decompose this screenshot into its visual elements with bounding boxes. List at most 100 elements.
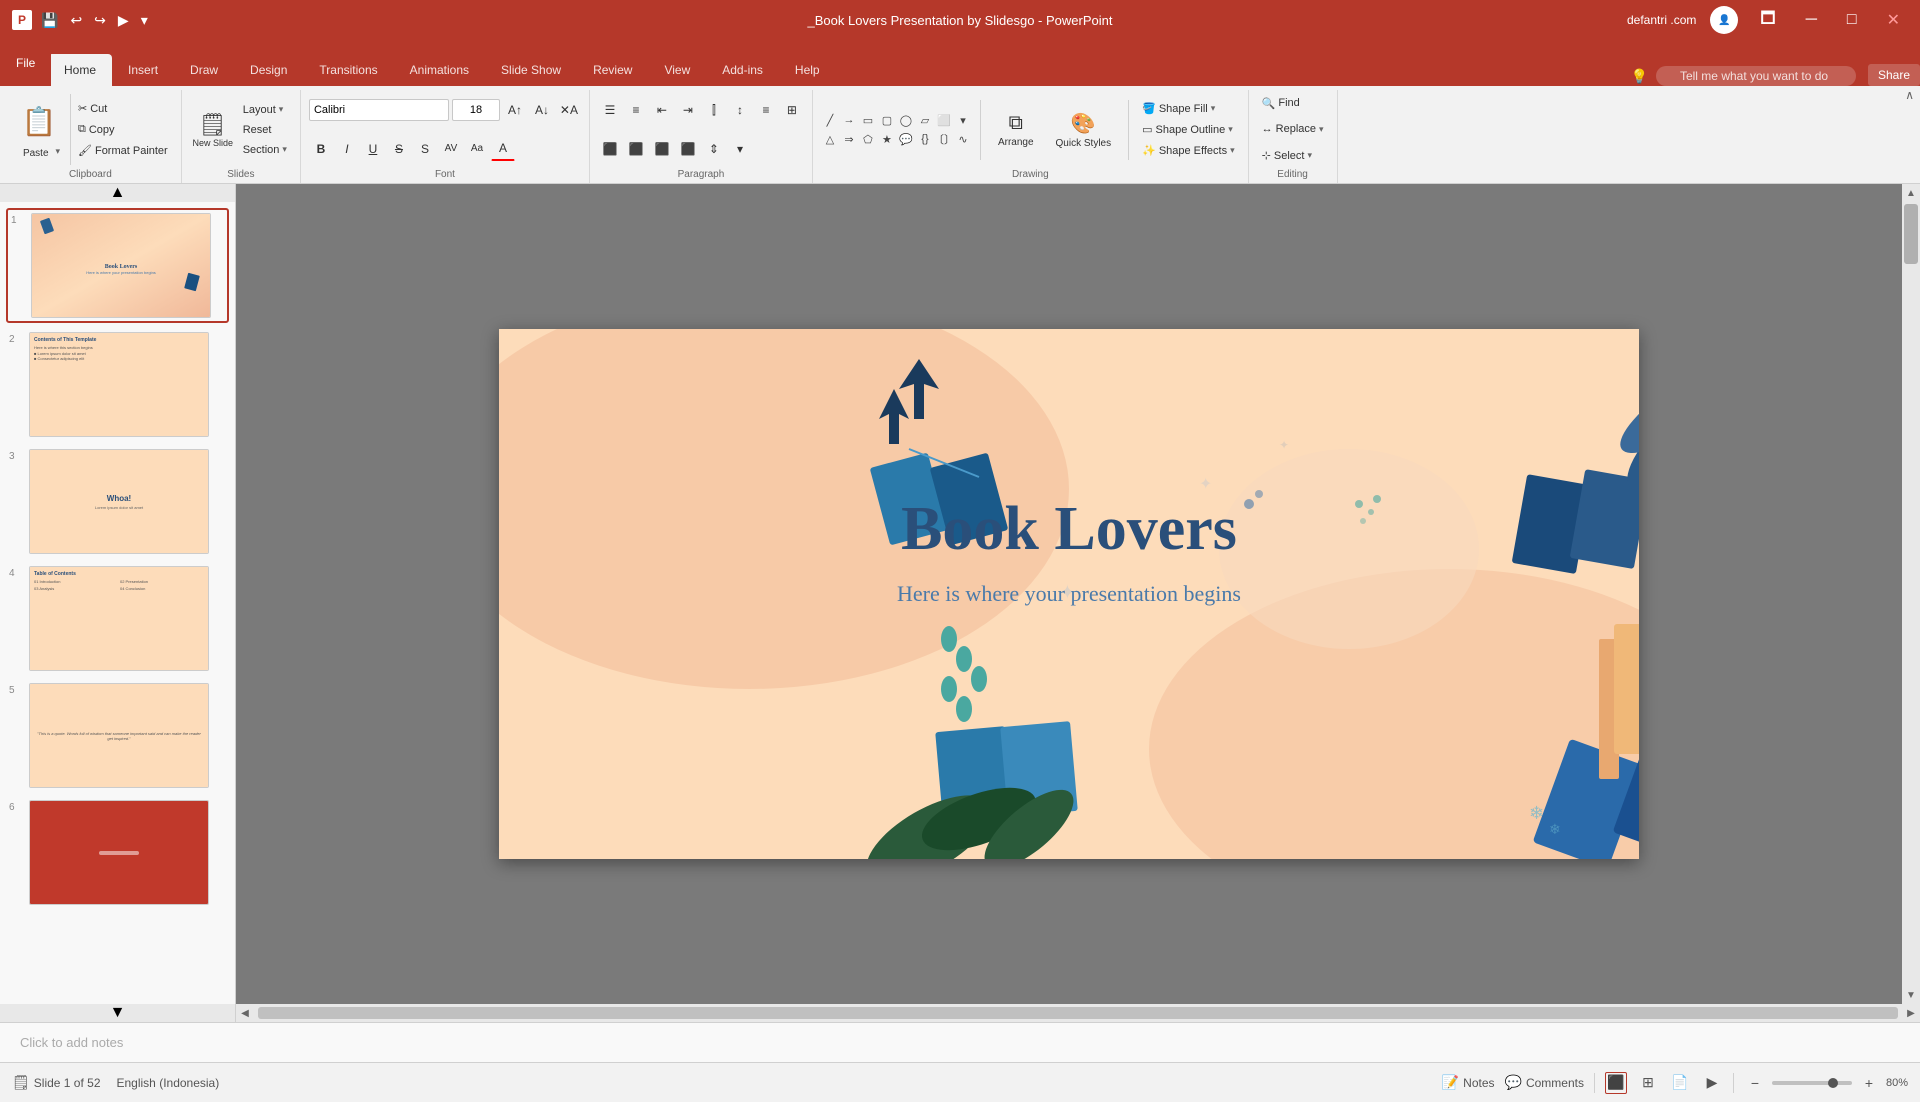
- tell-me-area[interactable]: 💡: [1619, 66, 1868, 86]
- increase-indent-button[interactable]: ⇥: [676, 98, 700, 122]
- layout-button[interactable]: Layout ▾: [238, 102, 292, 118]
- shape-parallelogram[interactable]: ▱: [916, 111, 934, 129]
- slide-sorter-button[interactable]: ⊞: [1637, 1072, 1659, 1094]
- slide-thumb-2[interactable]: 2 Contents of This Template Here is wher…: [6, 329, 229, 440]
- justify-button[interactable]: ⬛: [676, 137, 700, 161]
- hscroll-right-button[interactable]: ▶: [1902, 1004, 1920, 1022]
- share-button[interactable]: Share: [1868, 64, 1920, 86]
- new-slide-button[interactable]: 🗒 New Slide: [190, 107, 236, 153]
- shape-rounded-rect[interactable]: ▢: [878, 111, 896, 129]
- hscroll-left-button[interactable]: ◀: [236, 1004, 254, 1022]
- tab-transitions[interactable]: Transitions: [303, 54, 393, 86]
- cut-button[interactable]: ✂ Cut: [73, 100, 173, 117]
- qat-more-button[interactable]: ▾: [138, 10, 151, 31]
- undo-button[interactable]: ↩: [67, 10, 85, 31]
- shape-more[interactable]: ⬜: [935, 111, 953, 129]
- slide-subtitle[interactable]: Here is where your presentation begins: [499, 581, 1639, 607]
- tab-file[interactable]: File: [0, 40, 51, 86]
- change-case-button[interactable]: Aa: [465, 137, 489, 161]
- save-button[interactable]: 💾: [38, 10, 61, 31]
- canvas-area[interactable]: ✦ ✦ ✦: [236, 184, 1902, 1004]
- smartart-button[interactable]: ⊞: [780, 98, 804, 122]
- tab-draw[interactable]: Draw: [174, 54, 234, 86]
- shape-arrow-line[interactable]: →: [840, 111, 858, 129]
- reading-view-button[interactable]: 📄: [1669, 1072, 1691, 1094]
- zoom-slider[interactable]: [1772, 1081, 1852, 1085]
- tab-design[interactable]: Design: [234, 54, 303, 86]
- char-spacing-button[interactable]: AV: [439, 137, 463, 161]
- slide-title[interactable]: Book Lovers: [499, 494, 1639, 565]
- shape-call[interactable]: 💬: [897, 130, 915, 148]
- strikethrough-button[interactable]: S: [387, 137, 411, 161]
- ribbon-collapse-button[interactable]: ∧: [1903, 86, 1916, 104]
- italic-button[interactable]: I: [335, 137, 359, 161]
- section-button[interactable]: Section ▾: [238, 142, 292, 158]
- hscroll-thumb[interactable]: [258, 1007, 1898, 1019]
- shape-extra1[interactable]: 〔〕: [935, 130, 953, 148]
- shape-brace[interactable]: {}: [916, 130, 934, 148]
- paste-label[interactable]: Paste: [18, 146, 54, 161]
- zoom-in-button[interactable]: +: [1858, 1072, 1880, 1094]
- minimize-button[interactable]: ─: [1798, 9, 1825, 31]
- user-avatar[interactable]: 👤: [1710, 6, 1738, 34]
- restore-window-button[interactable]: 🗖: [1752, 5, 1783, 36]
- select-button[interactable]: ⊹ Select ▾: [1257, 147, 1317, 164]
- shape-extra2[interactable]: ∿: [954, 130, 972, 148]
- tab-help[interactable]: Help: [779, 54, 836, 86]
- scroll-thumb[interactable]: [1904, 204, 1918, 264]
- close-button[interactable]: ✕: [1879, 8, 1908, 32]
- slide-panel-scroll-down[interactable]: ▼: [0, 1004, 235, 1022]
- format-painter-button[interactable]: 🖌 Format Painter: [73, 142, 173, 159]
- shape-circle[interactable]: ◯: [897, 111, 915, 129]
- maximize-button[interactable]: □: [1839, 9, 1865, 31]
- increase-font-button[interactable]: A↑: [503, 98, 527, 122]
- redo-button[interactable]: ↪: [91, 10, 109, 31]
- scroll-up-button[interactable]: ▲: [1902, 184, 1920, 202]
- bold-button[interactable]: B: [309, 137, 333, 161]
- shadow-button[interactable]: S: [413, 137, 437, 161]
- scroll-down-button[interactable]: ▼: [1902, 986, 1920, 1004]
- shape-pentagon[interactable]: ⬠: [859, 130, 877, 148]
- align-text-button[interactable]: ≡: [754, 98, 778, 122]
- shape-star[interactable]: ★: [878, 130, 896, 148]
- decrease-font-button[interactable]: A↓: [530, 98, 554, 122]
- tab-slideshow[interactable]: Slide Show: [485, 54, 577, 86]
- shape-arrow-right[interactable]: ⇒: [840, 130, 858, 148]
- comments-button-status[interactable]: 💬 Comments: [1505, 1074, 1584, 1091]
- replace-button[interactable]: ↔ Replace ▾: [1257, 121, 1329, 137]
- font-size-input[interactable]: [452, 99, 500, 121]
- tab-addins[interactable]: Add-ins: [706, 54, 779, 86]
- slide-thumb-4[interactable]: 4 Table of Contents 01 Introduction 02 P…: [6, 563, 229, 674]
- tab-insert[interactable]: Insert: [112, 54, 174, 86]
- copy-button[interactable]: ⧉ Copy: [73, 121, 173, 138]
- present-button[interactable]: ▶: [115, 10, 132, 31]
- text-direction-button[interactable]: ↕: [728, 98, 752, 122]
- normal-view-button[interactable]: ⬛: [1605, 1072, 1627, 1094]
- font-name-input[interactable]: [309, 99, 449, 121]
- arrange-button[interactable]: ⧉ Arrange: [989, 100, 1043, 160]
- slide-panel-scroll-up[interactable]: ▲: [0, 184, 235, 202]
- numbering-button[interactable]: ≡: [624, 98, 648, 122]
- tab-animations[interactable]: Animations: [394, 54, 485, 86]
- line-spacing-button[interactable]: ⇕: [702, 137, 726, 161]
- find-button[interactable]: 🔍 Find: [1257, 95, 1305, 112]
- underline-button[interactable]: U: [361, 137, 385, 161]
- tab-view[interactable]: View: [648, 54, 706, 86]
- slide-thumb-6[interactable]: 6: [6, 797, 229, 908]
- notes-button-status[interactable]: 📝 Notes: [1442, 1074, 1495, 1091]
- shape-rect[interactable]: ▭: [859, 111, 877, 129]
- shape-line[interactable]: ╱: [821, 111, 839, 129]
- paste-button[interactable]: 📋: [16, 98, 62, 144]
- clear-format-button[interactable]: ✕A: [557, 98, 581, 122]
- notes-bar[interactable]: Click to add notes: [0, 1022, 1920, 1062]
- tab-home-visible[interactable]: Home: [48, 54, 112, 86]
- slide-thumb-3[interactable]: 3 Whoa! Lorem ipsum dolor sit amet: [6, 446, 229, 557]
- slideshow-button[interactable]: ▶: [1701, 1072, 1723, 1094]
- tab-review[interactable]: Review: [577, 54, 648, 86]
- shape-tri[interactable]: △: [821, 130, 839, 148]
- align-right-button[interactable]: ⬛: [650, 137, 674, 161]
- slide-canvas[interactable]: ✦ ✦ ✦: [499, 329, 1639, 859]
- shape-outline-button[interactable]: ▭ Shape Outline ▾: [1137, 121, 1240, 138]
- tell-me-input[interactable]: [1656, 66, 1856, 86]
- reset-button[interactable]: Reset: [238, 122, 292, 138]
